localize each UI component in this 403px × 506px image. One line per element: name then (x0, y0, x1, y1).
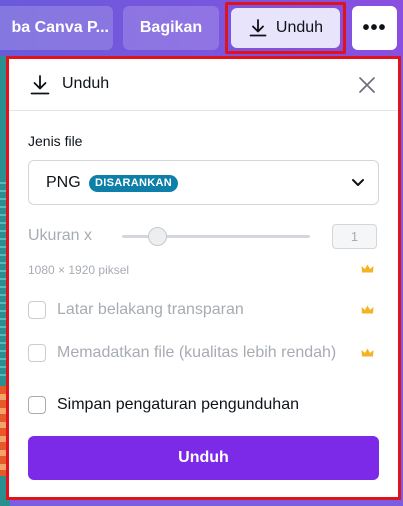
close-icon[interactable] (358, 76, 376, 94)
transparent-background-option[interactable]: Latar belakang transparan (28, 301, 244, 319)
share-label: Bagikan (139, 19, 203, 36)
compress-file-option[interactable]: Memadatkan file (kualitas lebih rendah) (28, 344, 336, 362)
download-label: Unduh (275, 19, 324, 36)
file-type-label: Jenis file (28, 133, 83, 149)
download-submit-button[interactable]: Unduh (28, 436, 379, 480)
download-submit-label: Unduh (178, 449, 229, 466)
transparent-background-checkbox[interactable] (28, 301, 46, 319)
more-dots-icon: ••• (362, 16, 387, 39)
download-icon (30, 75, 50, 95)
download-icon (249, 19, 267, 37)
crown-icon (361, 264, 374, 273)
save-download-settings-checkbox[interactable] (28, 396, 46, 414)
share-button[interactable]: Bagikan (123, 6, 219, 50)
try-canva-pro-label: ba Canva P... (11, 19, 109, 36)
chevron-down-icon (352, 179, 364, 186)
size-input[interactable]: 1 (332, 224, 377, 249)
file-type-select[interactable]: PNG DISARANKAN (28, 160, 379, 205)
editor-topbar: ba Canva P... Bagikan Unduh ••• (0, 0, 403, 56)
download-panel: Unduh Jenis file PNG DISARANKAN Ukuran x… (9, 59, 398, 497)
save-download-settings-label: Simpan pengaturan pengunduhan (57, 396, 299, 413)
size-slider-thumb[interactable] (148, 227, 167, 246)
compress-file-checkbox[interactable] (28, 344, 46, 362)
download-button[interactable]: Unduh (231, 8, 340, 48)
file-type-value: PNG (46, 174, 81, 191)
download-button-highlight: Unduh (225, 2, 346, 54)
try-canva-pro-button[interactable]: ba Canva P... (0, 6, 113, 50)
compress-file-label: Memadatkan file (kualitas lebih rendah) (57, 344, 337, 361)
download-panel-header: Unduh (9, 59, 398, 111)
recommended-badge: DISARANKAN (89, 175, 178, 192)
crown-icon (361, 348, 374, 357)
save-download-settings-option[interactable]: Simpan pengaturan pengunduhan (28, 396, 299, 414)
more-options-button[interactable]: ••• (352, 6, 397, 50)
transparent-background-label: Latar belakang transparan (57, 301, 244, 318)
dimensions-text: 1080 × 1920 piksel (28, 263, 130, 277)
size-label: Ukuran x (28, 227, 93, 244)
panel-title: Unduh (62, 75, 110, 92)
crown-icon (361, 305, 374, 314)
